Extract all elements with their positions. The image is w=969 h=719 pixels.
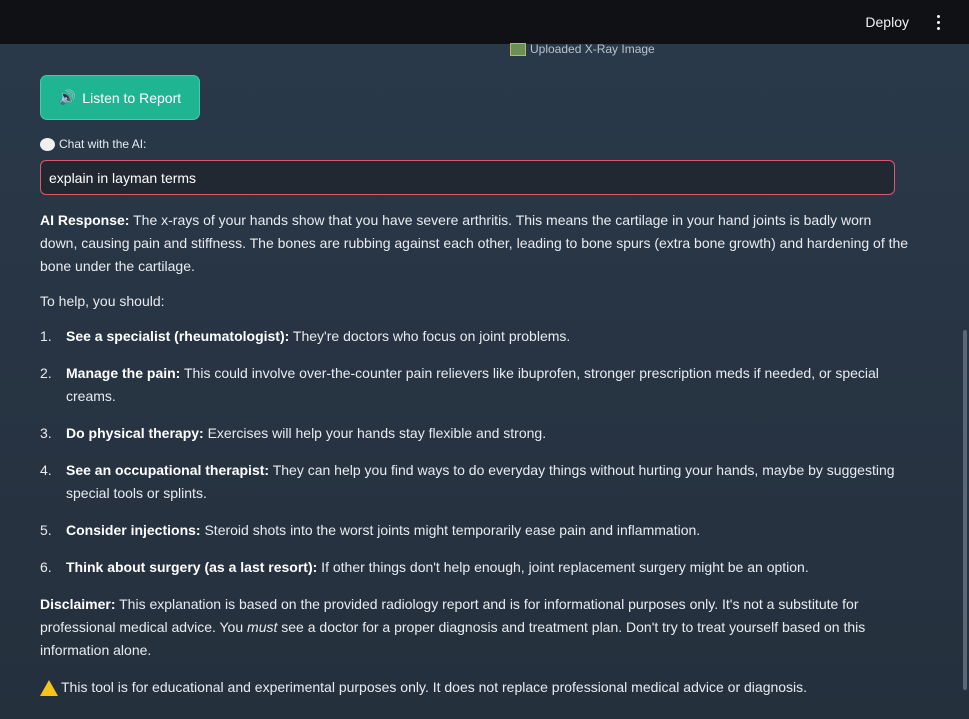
image-icon <box>510 42 526 56</box>
list-item-text: This could involve over-the-counter pain… <box>66 365 879 404</box>
list-item: 3. Do physical therapy: Exercises will he… <box>40 422 910 445</box>
list-item: 6. Think about surgery (as a last resort)… <box>40 556 910 579</box>
response-label: AI Response: <box>40 212 130 228</box>
list-number: 4. <box>40 462 52 478</box>
speaker-icon: 🔊 <box>58 89 77 105</box>
listen-to-report-button[interactable]: 🔊 Listen to Report <box>40 75 200 120</box>
response-text: The x-rays of your hands show that you h… <box>40 212 909 274</box>
list-item-text: If other things don't help enough, joint… <box>317 559 809 575</box>
list-item-text: They're doctors who focus on joint probl… <box>289 328 571 344</box>
image-caption: Uploaded X-Ray Image <box>510 42 655 56</box>
list-item: 4. See an occupational therapist: They ca… <box>40 459 910 505</box>
disclaimer-label: Disclaimer: <box>40 596 116 612</box>
chat-label-text: Chat with the AI: <box>59 137 147 151</box>
list-item: 1. See a specialist (rheumatologist): The… <box>40 325 910 348</box>
list-item: 5. Consider injections: Steroid shots int… <box>40 519 910 542</box>
chat-label: Chat with the AI: <box>40 137 146 151</box>
warning-icon <box>40 679 58 696</box>
list-number: 1. <box>40 328 52 344</box>
help-intro: To help, you should: <box>40 293 165 309</box>
deploy-button[interactable]: Deploy <box>865 14 909 30</box>
speech-bubble-icon <box>40 137 55 151</box>
list-number: 3. <box>40 425 52 441</box>
list-item-text: Exercises will help your hands stay flex… <box>203 425 547 441</box>
response-lead: AI Response: The x-rays of your hands sh… <box>40 209 910 278</box>
list-item-title: See an occupational therapist: <box>66 462 270 478</box>
top-header: Deploy <box>0 0 969 44</box>
list-item-title: See a specialist (rheumatologist): <box>66 328 290 344</box>
listen-button-label: Listen to Report <box>82 89 182 106</box>
list-number: 5. <box>40 522 52 538</box>
image-caption-text: Uploaded X-Ray Image <box>530 42 655 56</box>
list-number: 6. <box>40 559 52 575</box>
kebab-menu-icon[interactable] <box>929 12 947 32</box>
warning-notice: This tool is for educational and experim… <box>40 676 910 699</box>
list-item-title: Consider injections: <box>66 522 201 538</box>
disclaimer: Disclaimer: This explanation is based on… <box>40 593 910 662</box>
disclaimer-emphasis: must <box>247 619 278 635</box>
recommendation-list: 1. See a specialist (rheumatologist): The… <box>40 325 910 579</box>
list-item-title: Do physical therapy: <box>66 425 204 441</box>
list-item-title: Manage the pain: <box>66 365 181 381</box>
scrollbar[interactable] <box>963 330 967 690</box>
chat-input[interactable] <box>40 160 895 195</box>
warning-text: This tool is for educational and experim… <box>61 679 808 695</box>
list-item-text: Steroid shots into the worst joints migh… <box>200 522 701 538</box>
list-number: 2. <box>40 365 52 381</box>
ai-response: AI Response: The x-rays of your hands sh… <box>40 209 910 699</box>
list-item-title: Think about surgery (as a last resort): <box>66 559 318 575</box>
list-item: 2. Manage the pain: This could involve ov… <box>40 362 910 408</box>
